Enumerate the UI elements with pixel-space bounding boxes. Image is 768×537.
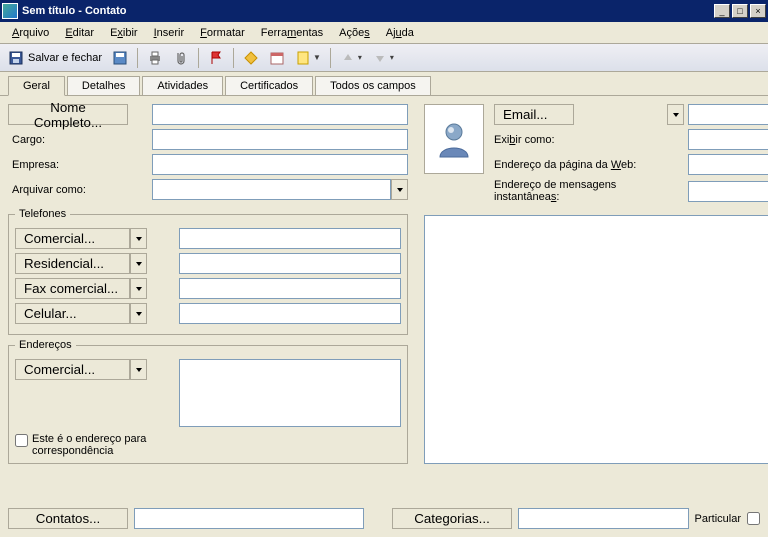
- end-comercial-dropdown[interactable]: [130, 359, 147, 380]
- minimize-button[interactable]: _: [714, 4, 730, 18]
- email-input[interactable]: [688, 104, 768, 125]
- tel-comercial-input[interactable]: [179, 228, 401, 249]
- flag-icon: [208, 50, 224, 66]
- particular-checkbox[interactable]: [747, 512, 760, 525]
- menu-arquivo[interactable]: Arquivo: [4, 25, 57, 41]
- menu-acoes[interactable]: Ações: [331, 25, 378, 41]
- cargo-label: Cargo:: [8, 134, 128, 146]
- title-bar: Sem título - Contato _ □ ×: [0, 0, 768, 22]
- tab-strip: Geral Detalhes Atividades Certificados T…: [0, 72, 768, 96]
- separator: [330, 48, 331, 68]
- telefones-group: Telefones Comercial... Residencial... Fa…: [8, 208, 408, 335]
- notes-textarea[interactable]: [424, 215, 768, 464]
- separator: [233, 48, 234, 68]
- calendar-icon: [269, 50, 285, 66]
- tel-celular-button[interactable]: Celular...: [15, 303, 130, 324]
- new-task-button[interactable]: ▼: [291, 47, 325, 69]
- window-title: Sem título - Contato: [22, 5, 712, 17]
- note-icon: [295, 50, 311, 66]
- tel-fax-button[interactable]: Fax comercial...: [15, 278, 130, 299]
- save-button[interactable]: [108, 47, 132, 69]
- telefones-legend: Telefones: [15, 208, 70, 220]
- contatos-input[interactable]: [134, 508, 364, 529]
- menu-formatar[interactable]: Formatar: [192, 25, 253, 41]
- particular-label: Particular: [695, 513, 741, 525]
- empresa-label: Empresa:: [8, 159, 128, 171]
- left-column: Nome Completo... Cargo: Empresa: Arquiva…: [8, 104, 408, 464]
- tel-residencial-input[interactable]: [179, 253, 401, 274]
- exibir-como-input[interactable]: [688, 129, 768, 150]
- print-button[interactable]: [143, 47, 167, 69]
- tel-celular-dropdown[interactable]: [130, 303, 147, 324]
- tel-celular-input[interactable]: [179, 303, 401, 324]
- email-button[interactable]: Email...: [494, 104, 574, 125]
- end-corresp-label: Este é o endereço para correspondência: [32, 433, 182, 457]
- attach-button[interactable]: [169, 47, 193, 69]
- up-arrow-icon: [340, 50, 356, 66]
- end-comercial-input[interactable]: [179, 359, 401, 427]
- full-name-input[interactable]: [152, 104, 408, 125]
- save-icon: [8, 50, 24, 66]
- up-button[interactable]: ▾: [336, 47, 366, 69]
- tel-fax-dropdown[interactable]: [130, 278, 147, 299]
- disk-icon: [112, 50, 128, 66]
- down-arrow-icon: [372, 50, 388, 66]
- tab-certificados[interactable]: Certificados: [225, 76, 313, 95]
- down-button[interactable]: ▾: [368, 47, 398, 69]
- web-label: Endereço da página da Web:: [494, 159, 636, 171]
- print-icon: [147, 50, 163, 66]
- tel-fax-input[interactable]: [179, 278, 401, 299]
- im-label: Endereço de mensagens instantâneas:: [494, 179, 616, 203]
- app-icon: [2, 3, 18, 19]
- menu-inserir[interactable]: Inserir: [146, 25, 193, 41]
- person-icon: [434, 119, 474, 159]
- full-name-button[interactable]: Nome Completo...: [8, 104, 128, 125]
- contatos-button[interactable]: Contatos...: [8, 508, 128, 529]
- end-corresp-checkbox[interactable]: [15, 434, 28, 447]
- categorias-input[interactable]: [518, 508, 689, 529]
- bottom-bar: Contatos... Categorias... Particular: [8, 508, 760, 529]
- right-column: Email... Exibir como: Endereço da página…: [424, 104, 768, 464]
- arquivar-input[interactable]: [152, 179, 391, 200]
- menu-editar[interactable]: Editar: [57, 25, 102, 41]
- enderecos-legend: Endereços: [15, 339, 76, 351]
- menu-exibir[interactable]: Exibir: [102, 25, 146, 41]
- separator: [198, 48, 199, 68]
- email-dropdown[interactable]: [667, 104, 684, 125]
- save-close-button[interactable]: Salvar e fechar: [4, 47, 106, 69]
- toolbar: Salvar e fechar ▼ ▾ ▾: [0, 44, 768, 72]
- categorias-button[interactable]: Categorias...: [392, 508, 512, 529]
- arquivar-dropdown[interactable]: [391, 179, 408, 200]
- empresa-input[interactable]: [152, 154, 408, 175]
- menu-ajuda[interactable]: Ajuda: [378, 25, 422, 41]
- close-button[interactable]: ×: [750, 4, 766, 18]
- end-comercial-button[interactable]: Comercial...: [15, 359, 130, 380]
- tel-comercial-button[interactable]: Comercial...: [15, 228, 130, 249]
- new-meeting-button[interactable]: [265, 47, 289, 69]
- cargo-input[interactable]: [152, 129, 408, 150]
- tab-todos-campos[interactable]: Todos os campos: [315, 76, 431, 95]
- tab-detalhes[interactable]: Detalhes: [67, 76, 140, 95]
- diamond-icon: [243, 50, 259, 66]
- contact-avatar[interactable]: [424, 104, 484, 174]
- tel-residencial-button[interactable]: Residencial...: [15, 253, 130, 274]
- exibir-como-label: Exibir como:: [494, 134, 555, 146]
- flag-button[interactable]: [204, 47, 228, 69]
- arquivar-label: Arquivar como:: [8, 184, 128, 196]
- tab-atividades[interactable]: Atividades: [142, 76, 223, 95]
- tel-comercial-dropdown[interactable]: [130, 228, 147, 249]
- web-input[interactable]: [688, 154, 768, 175]
- tel-residencial-dropdown[interactable]: [130, 253, 147, 274]
- menu-bar: Arquivo Editar Exibir Inserir Formatar F…: [0, 22, 768, 44]
- im-input[interactable]: [688, 181, 768, 202]
- maximize-button[interactable]: □: [732, 4, 748, 18]
- paperclip-icon: [173, 50, 189, 66]
- separator: [137, 48, 138, 68]
- tab-geral[interactable]: Geral: [8, 76, 65, 96]
- autopick-button[interactable]: [239, 47, 263, 69]
- content-area: Nome Completo... Cargo: Empresa: Arquiva…: [0, 96, 768, 472]
- enderecos-group: Endereços Comercial... Este é o endereço…: [8, 339, 408, 464]
- save-close-label: Salvar e fechar: [28, 52, 102, 64]
- menu-ferramentas[interactable]: Ferramentas: [253, 25, 331, 41]
